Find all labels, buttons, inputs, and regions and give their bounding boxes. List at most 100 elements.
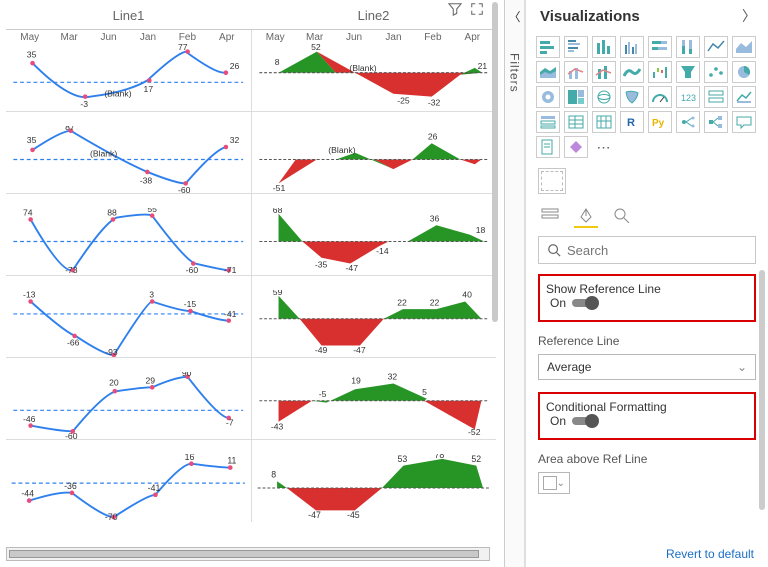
svg-text:-66: -66: [67, 338, 80, 348]
area-above-color-picker[interactable]: ⌄: [538, 472, 570, 494]
svg-text:52: 52: [471, 454, 481, 464]
svg-text:-41: -41: [224, 309, 237, 319]
viz-slicer-icon[interactable]: [536, 111, 560, 133]
analytics-tab-icon[interactable]: [610, 204, 634, 228]
visualization-gallery: 123 R Py ⋯: [526, 30, 768, 162]
viz-matrix-icon[interactable]: [592, 111, 616, 133]
chart-row: -13-66-933-15-41 59-49-47222240: [6, 276, 496, 358]
svg-text:87: 87: [65, 126, 75, 132]
area-cell[interactable]: MayMarJunJanFebApr 852 (Blank) -25-3221: [251, 30, 497, 111]
svg-text:-36: -36: [64, 481, 77, 491]
viz-clustered-bar-icon[interactable]: [564, 36, 588, 58]
svg-text:35: 35: [27, 135, 37, 145]
format-tab-icon[interactable]: [574, 204, 598, 228]
horizontal-scrollbar[interactable]: [6, 547, 490, 561]
viz-funnel-icon[interactable]: [676, 61, 700, 83]
svg-text:22: 22: [429, 297, 439, 307]
area-cell[interactable]: 8-47-45537852: [251, 440, 497, 522]
area-cell[interactable]: 59-49-47222240: [251, 276, 497, 357]
reference-line-select[interactable]: Average ⌄: [538, 354, 756, 380]
svg-text:-46: -46: [23, 414, 36, 424]
viz-treemap-icon[interactable]: [564, 86, 588, 108]
viz-card-icon[interactable]: 123: [676, 86, 700, 108]
svg-text:-32: -32: [427, 97, 440, 107]
viz-map-icon[interactable]: [592, 86, 616, 108]
svg-text:Py: Py: [652, 118, 665, 129]
viz-key-influencers-icon[interactable]: [676, 111, 700, 133]
svg-text:17: 17: [144, 84, 154, 94]
svg-text:-41: -41: [148, 483, 161, 493]
sparkline-cell[interactable]: 74-738855-60-71: [6, 194, 251, 275]
viz-stacked-column-icon[interactable]: [592, 36, 616, 58]
viz-filled-map-icon[interactable]: [620, 86, 644, 108]
area-cell[interactable]: 68-35-47-143618: [251, 194, 497, 275]
svg-text:11: 11: [227, 456, 236, 466]
viz-more-icon[interactable]: ⋯: [592, 136, 616, 158]
area-above-label: Area above Ref Line: [538, 452, 756, 466]
viz-100-stacked-column-icon[interactable]: [676, 36, 700, 58]
svg-text:-60: -60: [65, 431, 78, 439]
svg-text:35: 35: [27, 49, 37, 59]
viz-line-stacked-column-icon[interactable]: [592, 61, 616, 83]
highlight-conditional-formatting: Conditional Formatting On: [538, 392, 756, 440]
viz-line-icon[interactable]: [704, 36, 728, 58]
viz-donut-icon[interactable]: [536, 86, 560, 108]
filters-pane-collapsed[interactable]: 〈 Filters: [505, 0, 525, 567]
viz-python-visual-icon[interactable]: Py: [648, 111, 672, 133]
sparkline-cell[interactable]: -13-66-933-15-41: [6, 276, 251, 357]
filter-visual-icon[interactable]: [448, 2, 462, 19]
sparkline-cell[interactable]: 3587 (Blank) -38-6032: [6, 112, 251, 193]
viz-stacked-bar-icon[interactable]: [536, 36, 560, 58]
viz-paginated-icon[interactable]: [536, 136, 560, 158]
svg-text:26: 26: [230, 61, 240, 71]
viz-area-icon[interactable]: [732, 36, 756, 58]
viz-waterfall-icon[interactable]: [648, 61, 672, 83]
svg-text:59: 59: [272, 290, 282, 297]
area-cell[interactable]: -43-519325-52: [251, 358, 497, 439]
svg-text:5: 5: [422, 387, 427, 397]
viz-scatter-icon[interactable]: [704, 61, 728, 83]
fields-tab-icon[interactable]: [538, 204, 562, 228]
viz-100-stacked-bar-icon[interactable]: [648, 36, 672, 58]
revert-to-default-link[interactable]: Revert to default: [666, 547, 754, 561]
viz-decomposition-tree-icon[interactable]: [704, 111, 728, 133]
viz-multi-row-card-icon[interactable]: [704, 86, 728, 108]
viz-line-clustered-column-icon[interactable]: [564, 61, 588, 83]
pane-vertical-scrollbar[interactable]: [759, 270, 765, 510]
sparkline-cell[interactable]: -46-60202990-7: [6, 358, 251, 439]
svg-text:-35: -35: [314, 259, 327, 269]
svg-text:26: 26: [427, 131, 437, 141]
sparkline-cell[interactable]: -44-36-70-411611: [6, 440, 251, 522]
filters-label: Filters: [508, 53, 522, 93]
value-placeholder-icon[interactable]: [538, 168, 566, 194]
vertical-scrollbar[interactable]: [488, 2, 498, 527]
chart-row: -44-36-70-411611 8-47-45537852: [6, 440, 496, 522]
viz-kpi-icon[interactable]: [732, 86, 756, 108]
viz-power-apps-icon[interactable]: [564, 136, 588, 158]
viz-pie-icon[interactable]: [732, 61, 756, 83]
chart-row: MayMarJunJanFebApr 35-3 (Blank) 177726 M…: [6, 30, 496, 112]
search-input[interactable]: [567, 243, 747, 258]
viz-gauge-icon[interactable]: [648, 86, 672, 108]
area-cell[interactable]: (Blank) -5126: [251, 112, 497, 193]
viz-stacked-area-icon[interactable]: [536, 61, 560, 83]
cond-format-toggle[interactable]: On: [546, 414, 748, 428]
chart-row: 3587 (Blank) -38-6032 (Blank) -512: [6, 112, 496, 194]
reference-line-label: Reference Line: [538, 334, 756, 348]
viz-clustered-column-icon[interactable]: [620, 36, 644, 58]
viz-ribbon-icon[interactable]: [620, 61, 644, 83]
x-axis-ticks: MayMarJunJanFebApr: [6, 30, 251, 45]
svg-text:-15: -15: [184, 299, 197, 309]
viz-table-icon[interactable]: [564, 111, 588, 133]
collapse-pane-icon[interactable]: 〉: [742, 6, 756, 26]
chevron-down-icon: ⌄: [557, 478, 565, 489]
focus-mode-icon[interactable]: [470, 2, 484, 19]
sparkline-cell[interactable]: MayMarJunJanFebApr 35-3 (Blank) 177726: [6, 30, 251, 111]
svg-text:29: 29: [145, 375, 155, 385]
viz-r-visual-icon[interactable]: R: [620, 111, 644, 133]
expand-filters-icon[interactable]: 〈: [508, 8, 520, 25]
viz-qa-icon[interactable]: [732, 111, 756, 133]
svg-text:3: 3: [149, 290, 154, 300]
show-ref-line-toggle[interactable]: On: [546, 296, 748, 310]
format-search[interactable]: [538, 236, 756, 264]
